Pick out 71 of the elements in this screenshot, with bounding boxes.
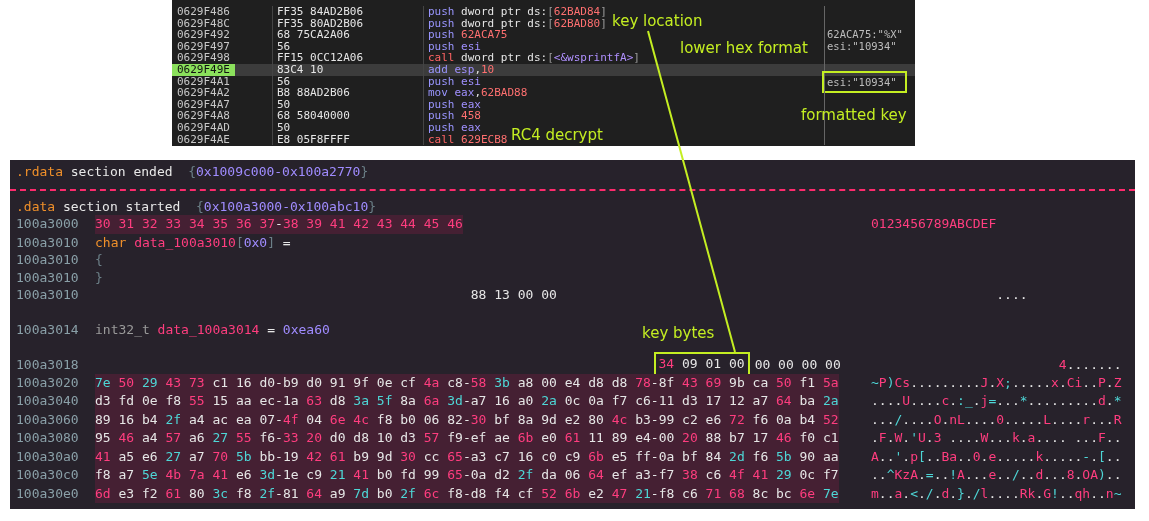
instruction-text: call dword ptr ds:[<&wsprintfA>] bbox=[423, 52, 824, 64]
code-text: } bbox=[95, 268, 103, 286]
ascii-text: 0123456789ABCDEF bbox=[871, 216, 997, 231]
opcode-text: 50 bbox=[272, 121, 423, 134]
address-text[interactable]: 0629F4AD bbox=[172, 121, 235, 134]
ascii-text: ....U....c.:_.j=...*.........d.* bbox=[871, 393, 1122, 408]
address-text: 100a3010 bbox=[16, 233, 80, 251]
opcode-text: B8 88AD2B06 bbox=[272, 87, 423, 99]
opcode-text: E8 05F8FFFF bbox=[272, 133, 423, 146]
ascii-text: ~P)Cs.........J.X;.....x.Ci..P.Z bbox=[871, 374, 1122, 390]
ascii-text: 4....... bbox=[1058, 357, 1122, 372]
address-text: 100a3080 bbox=[16, 429, 80, 447]
opcode-text: 56 bbox=[272, 75, 423, 88]
annotation-label: RC4 decrypt bbox=[511, 126, 603, 144]
ascii-text: m..a.<./.d.}./l....Rk.G!..qh..n~ bbox=[871, 485, 1122, 501]
address-text: 100a3014 bbox=[16, 321, 80, 339]
hex-bytes: d3 fd 0e f8 55 15 aa ec-1a 63 d8 3a 5f 8a 6a 3d-a7 16 a0 2a 0c 0a f7 c6-11 d3 17 12 a7 64 ba 2a bbox=[95, 392, 839, 411]
address-text: 100a3000 bbox=[16, 215, 80, 233]
opcode-text: FF35 84AD2B06 bbox=[272, 6, 423, 18]
address-text[interactable]: 0629F4A2 bbox=[172, 87, 235, 99]
address-text: 100a30a0 bbox=[16, 447, 80, 466]
opcode-text: 50 bbox=[272, 98, 423, 111]
address-text[interactable]: 0629F4A8 bbox=[172, 110, 235, 122]
annotation-label: key bytes bbox=[642, 324, 715, 342]
ascii-text: .F.W.'U.3 ....W...k.a.... ...F.. bbox=[871, 430, 1122, 445]
ascii-text: .... bbox=[996, 287, 1028, 302]
opcode-text: 83C4 10 bbox=[272, 63, 423, 76]
address-text: 100a30e0 bbox=[16, 484, 80, 503]
address-text[interactable]: 0629F498 bbox=[172, 52, 235, 64]
instruction-text: add esp,10 bbox=[423, 63, 824, 76]
hex-bytes: 00 00 00 00 bbox=[754, 356, 841, 374]
opcode-text: FF35 80AD2B06 bbox=[272, 17, 423, 30]
address-text: 100a3010 bbox=[16, 268, 80, 286]
instruction-text: mov eax,62BAD88 bbox=[423, 87, 824, 99]
comment-text: esi:"10934" bbox=[822, 70, 907, 93]
address-text[interactable]: 0629F48C bbox=[172, 17, 235, 30]
ascii-text: A..'.p[..Ba..0.e.....k.....-.[.. bbox=[871, 448, 1122, 464]
comment-text: 62ACA75:"%X" bbox=[827, 28, 903, 41]
opcode-text: 68 58040000 bbox=[272, 110, 423, 122]
code-text: { bbox=[95, 251, 103, 269]
comment-text: esi:"10934" bbox=[827, 39, 897, 52]
address-text[interactable]: 0629F492 bbox=[172, 29, 235, 41]
address-text: 100a3010 bbox=[16, 251, 80, 269]
address-text: 100a3010 bbox=[16, 286, 80, 304]
hex-bytes: f8 a7 5e 4b 7a 41 e6 3d-1e c9 21 41 b0 fd 99 65-0a d2 2f da 06 64 ef a3-f7 38 c6 4f 41 29 0c f7 bbox=[95, 466, 839, 485]
address-text: 100a3018 bbox=[16, 356, 80, 374]
opcode-text: 68 75CA2A06 bbox=[272, 29, 423, 41]
hex-bytes: 30 31 32 33 34 35 36 37-38 39 41 42 43 44 45 46 bbox=[95, 215, 463, 234]
code-text: .data section started {0x100a3000-0x100abc10} bbox=[16, 197, 377, 215]
code-text: .rdata section ended {0x1009c000-0x100a2770} bbox=[16, 163, 369, 181]
address-text[interactable]: 0629F486 bbox=[172, 6, 235, 18]
hex-bytes: 95 46 a4 57 a6 27 55 f6-33 20 d0 d8 10 d3 57 f9-ef ae 6b e0 61 11 89 e4-00 20 88 b7 17 46 f0 c1 bbox=[95, 429, 839, 448]
hex-bytes: 7e 50 29 43 73 c1 16 d0-b9 d0 91 9f 0e cf 4a c8-58 3b a8 00 e4 d8 d8 78-8f 43 69 9b ca 50 f1 5a bbox=[95, 373, 839, 392]
ascii-text: .../....O.nL....0.....L....r...R bbox=[871, 411, 1122, 427]
opcode-text: 56 bbox=[272, 40, 423, 53]
address-text[interactable]: 0629F49E bbox=[172, 63, 235, 76]
instruction-text: push 62ACA75 bbox=[423, 29, 824, 41]
code-text: int32_t data_100a3014 = 0xea60 bbox=[95, 321, 330, 339]
address-text[interactable]: 0629F4AE bbox=[172, 133, 235, 146]
address-text: 100a3020 bbox=[16, 373, 80, 392]
hex-bytes: 88 13 00 00 bbox=[470, 286, 557, 304]
address-text: 100a30c0 bbox=[16, 466, 80, 484]
code-text: char data_100a3010[0x0] = bbox=[95, 233, 291, 251]
ascii-text: ..^KzA.=..!A...e../..d...8.OA).. bbox=[871, 467, 1122, 482]
address-text[interactable]: 0629F4A1 bbox=[172, 75, 235, 88]
instruction-text: push esi bbox=[423, 75, 824, 88]
address-text: 100a3040 bbox=[16, 392, 80, 410]
address-text: 100a3060 bbox=[16, 410, 80, 429]
opcode-text: FF15 0CC12A06 bbox=[272, 52, 423, 64]
address-text[interactable]: 0629F497 bbox=[172, 40, 235, 53]
address-text[interactable]: 0629F4A7 bbox=[172, 98, 235, 111]
